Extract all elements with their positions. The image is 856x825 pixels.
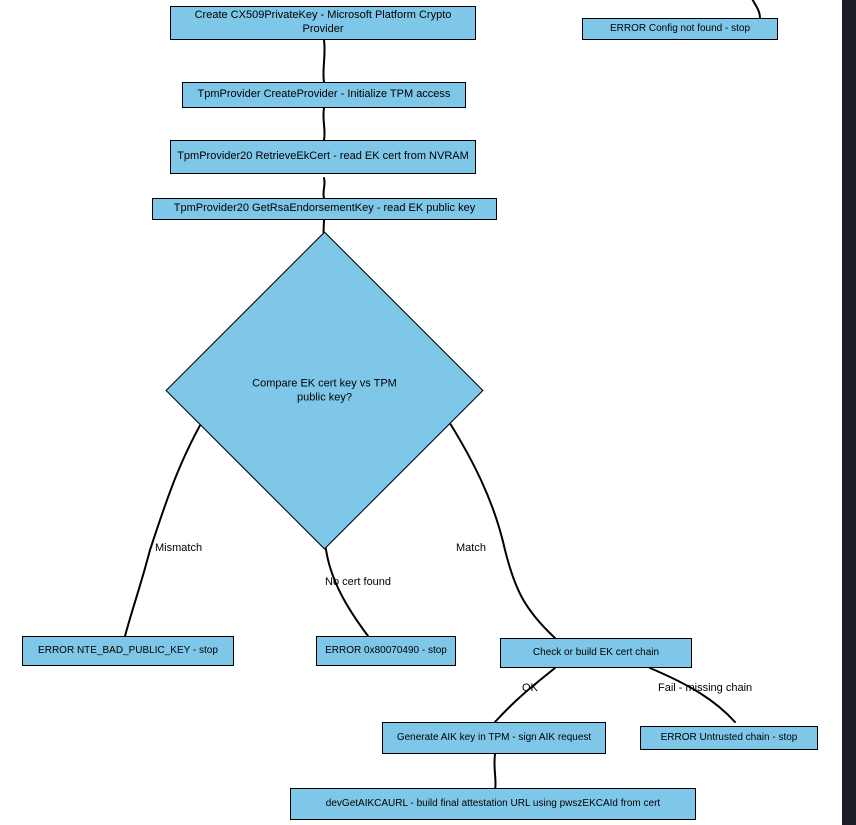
edge-label-match: Match bbox=[456, 542, 486, 554]
process-error-nte-bad-public-key: ERROR NTE_BAD_PUBLIC_KEY - stop bbox=[22, 636, 234, 666]
process-generate-aik-key: Generate AIK key in TPM - sign AIK reque… bbox=[382, 722, 606, 754]
node-label: Create CX509PrivateKey - Microsoft Platf… bbox=[177, 9, 469, 37]
process-create-cx509privatekey: Create CX509PrivateKey - Microsoft Platf… bbox=[170, 6, 476, 40]
node-label: Generate AIK key in TPM - sign AIK reque… bbox=[397, 732, 591, 745]
edge-label-no-cert: No cert found bbox=[325, 576, 391, 588]
node-label: ERROR Config not found - stop bbox=[610, 23, 750, 36]
process-error-config-not-found: ERROR Config not found - stop bbox=[582, 18, 778, 40]
process-error-untrusted-chain: ERROR Untrusted chain - stop bbox=[640, 726, 818, 750]
process-dev-get-aik-ca-url: devGetAIKCAURL - build final attestation… bbox=[290, 788, 696, 820]
node-label: TpmProvider20 RetrieveEkCert - read EK c… bbox=[177, 150, 469, 164]
process-retrieve-ek-cert: TpmProvider20 RetrieveEkCert - read EK c… bbox=[170, 140, 476, 174]
node-label: devGetAIKCAURL - build final attestation… bbox=[326, 798, 660, 811]
edge-label-ok: OK bbox=[522, 682, 538, 694]
node-label: Check or build EK cert chain bbox=[533, 647, 659, 660]
process-check-ek-cert-chain: Check or build EK cert chain bbox=[500, 638, 692, 668]
decision-compare-ek-cert: Compare EK cert key vs TPM public key? bbox=[212, 278, 437, 503]
node-label: ERROR NTE_BAD_PUBLIC_KEY - stop bbox=[38, 645, 218, 658]
node-label: TpmProvider CreateProvider - Initialize … bbox=[198, 88, 451, 102]
right-dark-strip bbox=[842, 0, 856, 825]
process-tpm-create-provider: TpmProvider CreateProvider - Initialize … bbox=[182, 82, 466, 108]
node-label: TpmProvider20 GetRsaEndorsementKey - rea… bbox=[174, 202, 475, 216]
process-error-0x80070490: ERROR 0x80070490 - stop bbox=[316, 636, 456, 666]
node-label: Compare EK cert key vs TPM public key? bbox=[245, 376, 405, 405]
process-get-rsa-endorsement-key: TpmProvider20 GetRsaEndorsementKey - rea… bbox=[152, 198, 497, 220]
node-label: ERROR 0x80070490 - stop bbox=[325, 645, 447, 658]
node-label: ERROR Untrusted chain - stop bbox=[661, 732, 798, 745]
edge-label-fail: Fail - missing chain bbox=[658, 682, 752, 694]
edge-label-mismatch: Mismatch bbox=[155, 542, 202, 554]
flowchart-canvas: Create CX509PrivateKey - Microsoft Platf… bbox=[0, 0, 836, 825]
